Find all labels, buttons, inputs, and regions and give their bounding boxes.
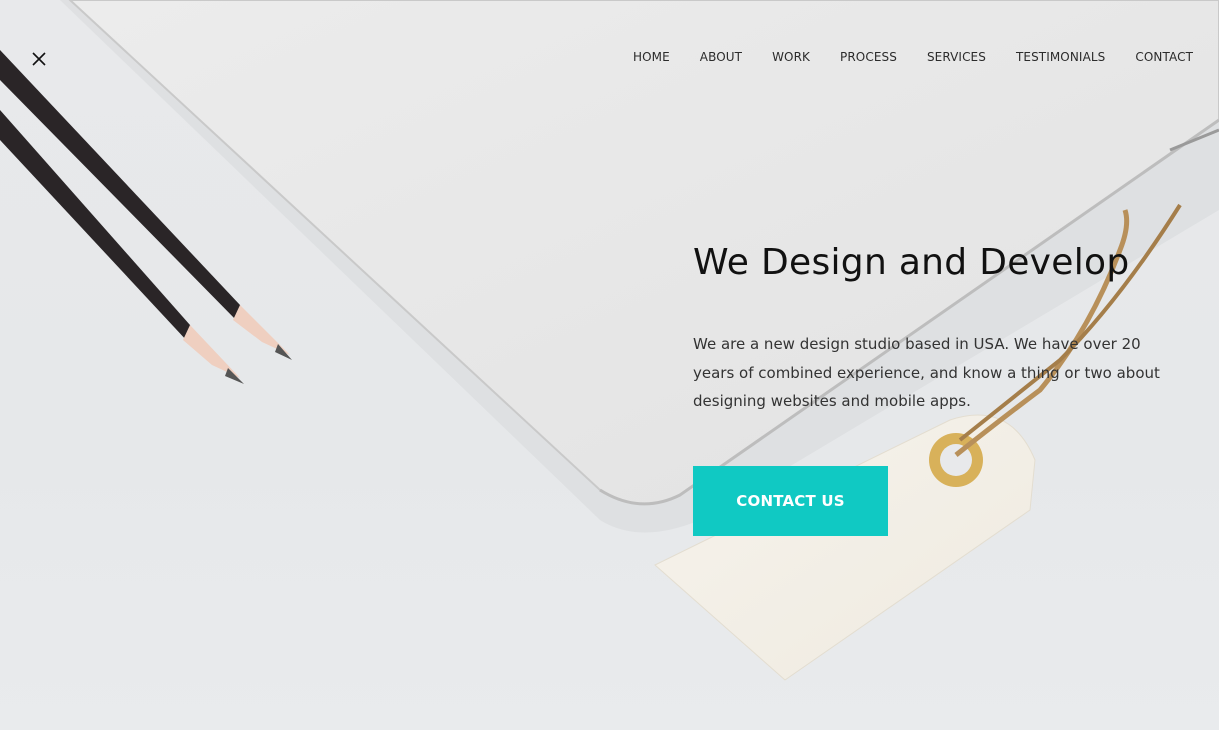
nav-item-testimonials[interactable]: TESTIMONIALS: [1016, 50, 1105, 64]
nav-item-home[interactable]: HOME: [633, 50, 670, 64]
nav-item-contact[interactable]: CONTACT: [1135, 50, 1193, 64]
contact-us-button[interactable]: CONTACT US: [693, 465, 888, 536]
nav-item-about[interactable]: ABOUT: [700, 50, 742, 64]
hero-section: HOME ABOUT WORK PROCESS SERVICES TESTIMO…: [0, 0, 1219, 730]
nav-item-services[interactable]: SERVICES: [927, 50, 986, 64]
hero-content: We Design and Develop We are a new desig…: [693, 240, 1173, 536]
close-button[interactable]: [28, 48, 50, 70]
hero-headline: We Design and Develop: [693, 242, 1130, 283]
close-icon: [32, 52, 46, 66]
main-nav: HOME ABOUT WORK PROCESS SERVICES TESTIMO…: [633, 50, 1193, 64]
hero-lead-text: We are a new design studio based in USA.…: [693, 335, 1160, 410]
nav-item-process[interactable]: PROCESS: [840, 50, 897, 64]
nav-item-work[interactable]: WORK: [772, 50, 810, 64]
